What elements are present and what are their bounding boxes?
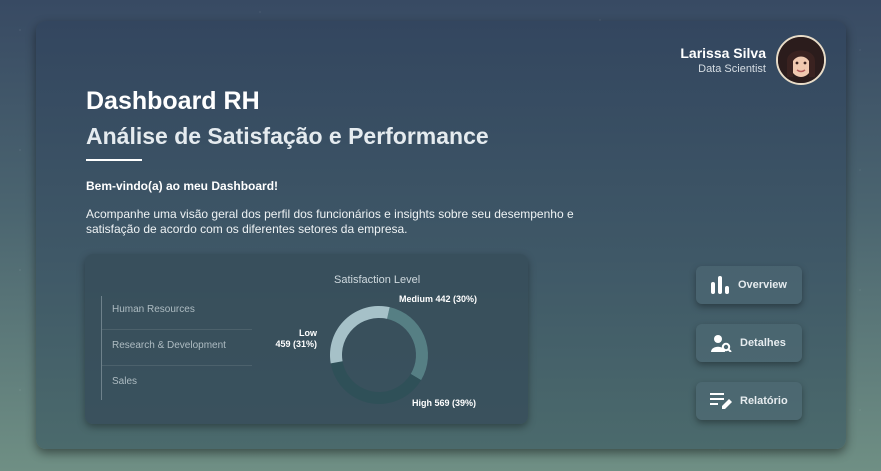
intro-description: Acompanhe uma visão geral dos perfil dos… (86, 207, 574, 236)
profile-name: Larissa Silva (680, 45, 766, 61)
bar-chart-icon (711, 276, 729, 294)
slice-label-medium: Medium 442 (30%) (399, 294, 478, 304)
nav-detalhes-button[interactable]: Detalhes (696, 324, 802, 362)
nav-detalhes-label: Detalhes (740, 337, 786, 349)
profile-role: Data Scientist (698, 63, 766, 75)
page-title: Dashboard RH (86, 87, 260, 115)
satisfaction-chart-card: Human Resources Research & Development S… (85, 254, 528, 424)
slice-label-low: Low 459 (31%) (275, 328, 317, 349)
nav-relatorio-button[interactable]: Relatório (696, 382, 802, 420)
report-edit-icon (710, 393, 732, 409)
slice-label-high: High 569 (39%) (412, 398, 477, 408)
donut-slice-high[interactable] (330, 361, 422, 404)
nav-overview-label: Overview (738, 279, 787, 291)
title-underline (86, 159, 142, 161)
user-profile[interactable]: Larissa Silva Data Scientist (680, 35, 826, 85)
user-search-icon (711, 335, 732, 352)
donut-slice-low[interactable] (330, 306, 390, 364)
nav-overview-button[interactable]: Overview (696, 266, 802, 304)
avatar[interactable] (776, 35, 826, 85)
donut-slice-medium[interactable] (387, 307, 428, 381)
page-subtitle: Análise de Satisfação e Performance (86, 123, 489, 149)
nav-relatorio-label: Relatório (740, 395, 788, 407)
dashboard-panel: Larissa Silva Data Scientist Dashboard R… (36, 21, 846, 449)
welcome-text: Bem-vindo(a) ao meu Dashboard! (86, 179, 279, 193)
